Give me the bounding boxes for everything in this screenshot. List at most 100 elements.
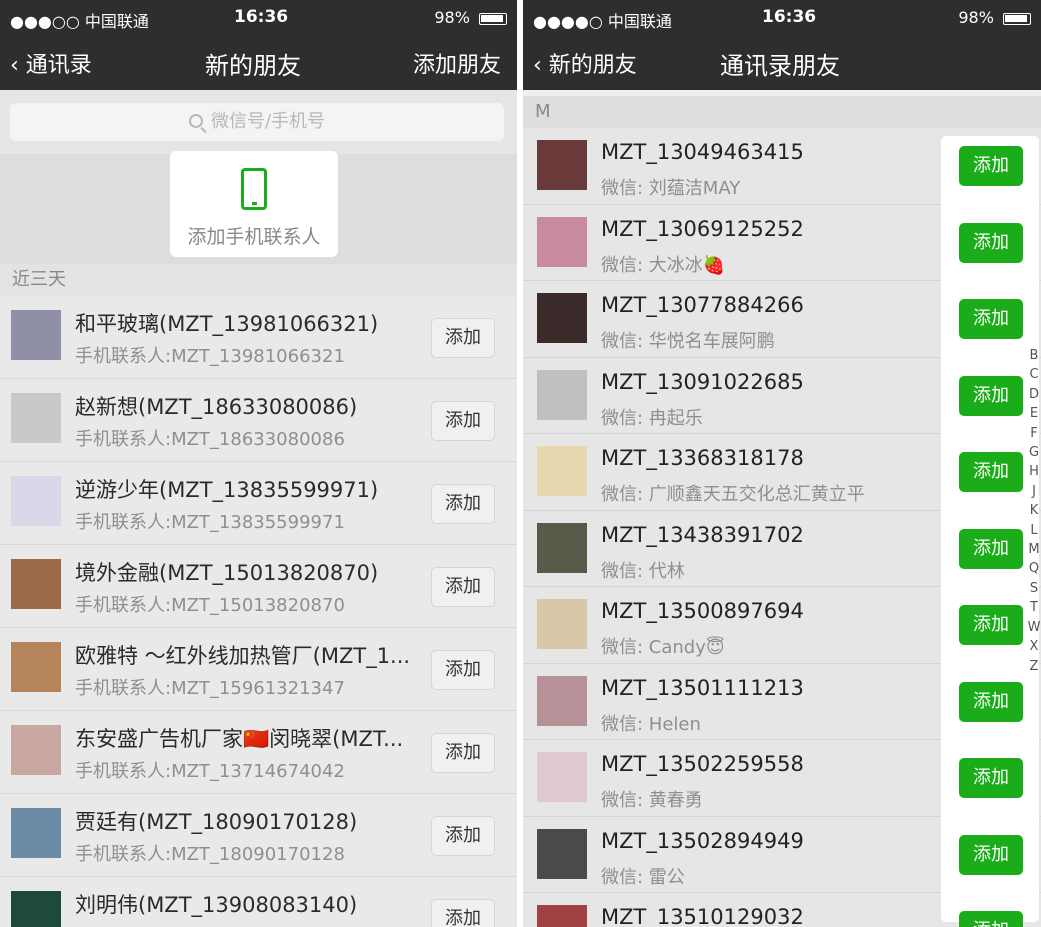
index-letter[interactable]: X [1027,637,1041,656]
index-letter[interactable]: E [1027,404,1041,423]
list-item[interactable]: 赵新想(MZT_18633080086) 手机联系人:MZT_1863308008… [0,379,517,462]
battery-status: 98% [434,8,507,27]
contact-name: MZT_13502259558 [601,752,804,776]
contact-sub: 微信: 黄春勇 [601,790,703,811]
index-letter[interactable]: J [1027,482,1041,501]
add-button[interactable]: 添加 [431,816,495,856]
contact-sub: 手机联系人:MZT_18633080086 [75,429,345,450]
avatar [11,808,61,858]
battery-percent: 98% [958,8,994,27]
add-button[interactable]: 添加 [959,681,1023,722]
contact-list: 和平玻璃(MZT_13981066321) 手机联系人:MZT_139810663… [0,296,517,927]
contact-sub: 微信: 华悦名车展阿鹏 [601,331,775,352]
contact-name: 贾廷有(MZT_18090170128) [75,810,358,834]
contact-sub: 手机联系人:MZT_15013820870 [75,595,345,616]
index-letter[interactable]: D [1027,385,1041,404]
add-button[interactable]: 添加 [959,605,1023,645]
contact-sub: 手机联系人:MZT_13714674042 [75,761,345,782]
avatar [537,446,587,496]
add-button[interactable]: 添加 [959,911,1023,927]
add-button[interactable]: 添加 [959,452,1023,492]
add-button[interactable]: 添加 [959,758,1023,798]
index-letter[interactable]: M [1027,540,1041,559]
add-button[interactable]: 添加 [431,401,495,441]
list-item[interactable]: 欧雅特 ～红外线加热管厂(MZT_1... 手机联系人:MZT_159613213… [0,628,517,711]
section-header-recent: 近三天 [0,264,517,296]
index-letter[interactable]: C [1027,365,1041,384]
page-title: 通讯录朋友 [720,52,840,80]
add-phone-label: 添加手机联系人 [187,226,321,248]
contact-name: 境外金融(MZT_15013820870) [75,561,379,585]
index-letter[interactable]: Q [1027,559,1041,578]
carrier-label: ●●●●○ 中国联通 [533,12,672,31]
add-button[interactable]: 添加 [959,375,1023,416]
contact-sub: 手机联系人:MZT_15961321347 [75,678,345,699]
contact-name: MZT_13091022685 [601,369,804,394]
back-label: 新的朋友 [548,53,637,78]
avatar [537,599,587,649]
back-button[interactable]: ‹ 新的朋友 [533,47,637,79]
add-button[interactable]: 添加 [959,146,1023,186]
avatar [11,476,61,526]
add-button[interactable]: 添加 [959,834,1023,875]
avatar [537,752,587,802]
contact-sub: 微信: 刘蕴洁MAY [601,178,741,199]
add-button[interactable]: 添加 [431,899,495,927]
add-button[interactable]: 添加 [959,528,1023,569]
battery-percent: 98% [434,8,470,27]
avatar [537,522,587,573]
add-friend-button[interactable]: 添加朋友 [413,47,501,79]
battery-icon [479,12,507,25]
alphabet-index[interactable]: BCDEFGHJKLMQSTWXZ [1027,346,1041,676]
index-letter[interactable]: T [1027,598,1041,617]
index-letter[interactable]: L [1027,521,1041,540]
status-bar: ●●●○○ 中国联通 16:36 98% [0,0,517,34]
section-header-m: M [523,96,1041,128]
contact-sub: 微信: 冉起乐 [601,407,703,429]
avatar [537,675,587,726]
contact-name: 东安盛广告机厂家🇨🇳闵晓翠(MZT... [75,727,404,751]
nav-bar: ‹ 新的朋友 通讯录朋友 [523,34,1041,90]
nav-bar: ‹ 通讯录 新的朋友 添加朋友 [0,34,517,90]
add-button[interactable]: 添加 [431,484,495,524]
index-letter[interactable]: B [1027,346,1041,365]
contact-sub: 微信: Candy😇 [601,637,725,658]
index-letter[interactable]: Z [1027,657,1041,676]
list-item[interactable]: 境外金融(MZT_15013820870) 手机联系人:MZT_150138208… [0,545,517,628]
list-item[interactable]: 和平玻璃(MZT_13981066321) 手机联系人:MZT_139810663… [0,296,517,379]
contact-name: MZT_13510129032 [601,905,804,927]
contact-name: 欧雅特 ～红外线加热管厂(MZT_1... [75,644,411,668]
search-input[interactable]: 微信号/手机号 [10,103,504,141]
index-letter[interactable]: K [1027,501,1041,520]
back-button[interactable]: ‹ 通讯录 [10,47,92,79]
add-button[interactable]: 添加 [431,650,495,690]
contact-sub: 微信: 代林 [601,560,685,582]
add-button[interactable]: 添加 [431,318,495,358]
search-icon [188,114,203,128]
add-button[interactable]: 添加 [959,222,1023,263]
index-letter[interactable]: W [1027,618,1041,637]
avatar [537,905,587,927]
contact-name: MZT_13500897694 [601,599,804,623]
contact-name: MZT_13502894949 [601,828,804,853]
contact-name: MZT_13077884266 [601,293,804,317]
list-item[interactable]: 逆游少年(MZT_13835599971) 手机联系人:MZT_138355999… [0,462,517,545]
index-letter[interactable]: F [1027,424,1041,443]
clock: 16:36 [234,7,289,27]
add-phone-contacts-button[interactable]: 添加手机联系人 [170,151,338,257]
list-item[interactable]: 贾廷有(MZT_18090170128) 手机联系人:MZT_1809017012… [0,794,517,877]
list-item[interactable]: 东安盛广告机厂家🇨🇳闵晓翠(MZT... 手机联系人:MZT_1371467404… [0,711,517,794]
list-item[interactable]: 刘明伟(MZT_13908083140) 添加 [0,877,517,927]
status-bar: ●●●●○ 中国联通 16:36 98% [523,0,1041,34]
add-button[interactable]: 添加 [431,567,495,607]
contact-name: MZT_13368318178 [601,446,804,470]
add-button[interactable]: 添加 [431,733,495,773]
avatar [11,891,61,927]
index-letter[interactable]: H [1027,462,1041,481]
add-button[interactable]: 添加 [959,299,1023,339]
index-letter[interactable]: S [1027,579,1041,598]
contact-name: 刘明伟(MZT_13908083140) [75,893,358,917]
avatar [11,559,61,609]
index-letter[interactable]: G [1027,443,1041,462]
contact-name: MZT_13069125252 [601,216,804,241]
